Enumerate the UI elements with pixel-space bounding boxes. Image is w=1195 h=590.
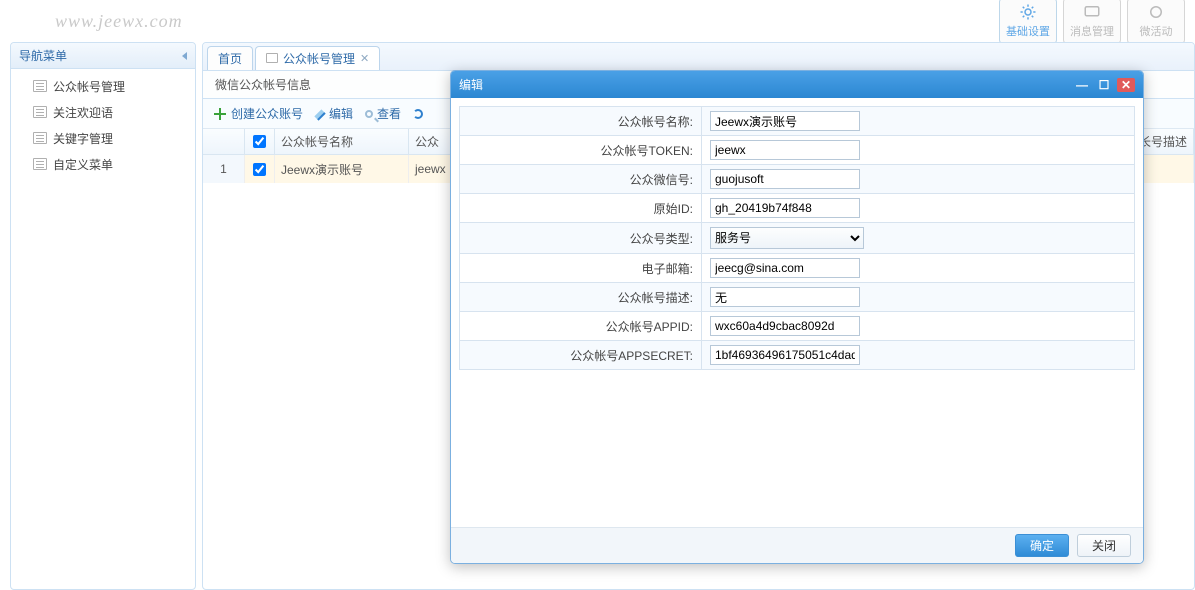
- sidebar-title: 导航菜单: [19, 47, 67, 64]
- tab-label: 公众帐号管理: [283, 50, 355, 67]
- plus-icon: [213, 107, 227, 121]
- sidebar-item-label: 公众帐号管理: [53, 78, 125, 95]
- label-description: 公众帐号描述:: [460, 283, 702, 312]
- sidebar: 导航菜单 公众帐号管理 关注欢迎语 关键字管理 自定义菜单: [10, 42, 196, 590]
- tab-home[interactable]: 首页: [207, 46, 253, 70]
- tab-accounts[interactable]: 公众帐号管理 ✕: [255, 46, 380, 70]
- label-account-name: 公众帐号名称:: [460, 107, 702, 136]
- close-button[interactable]: 关闭: [1077, 534, 1131, 557]
- top-nav-label: 消息管理: [1070, 23, 1114, 39]
- sidebar-item-keywords[interactable]: 关键字管理: [11, 125, 195, 151]
- input-description[interactable]: [710, 287, 860, 307]
- top-nav-activity[interactable]: 微活动: [1127, 0, 1185, 44]
- cell-check: [245, 155, 275, 183]
- header-check: [245, 129, 275, 154]
- top-nav-messages[interactable]: 消息管理: [1063, 0, 1121, 44]
- input-appid[interactable]: [710, 316, 860, 336]
- gear-icon: [1019, 3, 1037, 21]
- refresh-icon: [413, 109, 423, 119]
- sidebar-item-label: 关注欢迎语: [53, 104, 113, 121]
- close-icon[interactable]: ✕: [1117, 78, 1135, 92]
- message-icon: [1083, 3, 1101, 21]
- label-email: 电子邮箱:: [460, 254, 702, 283]
- view-button[interactable]: 查看: [365, 105, 401, 122]
- cell-index: 1: [203, 155, 245, 183]
- maximize-icon[interactable]: ☐: [1095, 78, 1113, 92]
- collapse-icon[interactable]: [182, 52, 187, 60]
- button-label: 创建公众账号: [231, 105, 303, 122]
- edit-form: 公众帐号名称: 公众帐号TOKEN: 公众微信号: 原始ID: 公众号类型: 服…: [459, 106, 1135, 370]
- edit-button[interactable]: 编辑: [315, 105, 353, 122]
- sidebar-item-label: 自定义菜单: [53, 156, 113, 173]
- input-account-name[interactable]: [710, 111, 860, 131]
- label-wx-id: 公众微信号:: [460, 165, 702, 194]
- page-icon: [33, 80, 47, 92]
- header-name[interactable]: 公众帐号名称: [275, 129, 409, 154]
- create-account-button[interactable]: 创建公众账号: [213, 105, 303, 122]
- page-icon: [33, 158, 47, 170]
- sidebar-item-custom-menu[interactable]: 自定义菜单: [11, 151, 195, 177]
- site-logo: www.jeewx.com: [55, 11, 183, 32]
- sidebar-header: 导航菜单: [11, 43, 195, 69]
- sidebar-item-label: 关键字管理: [53, 130, 113, 147]
- input-token[interactable]: [710, 140, 860, 160]
- label-account-type: 公众号类型:: [460, 223, 702, 254]
- dialog-title: 编辑: [459, 76, 483, 93]
- page-icon: [266, 53, 278, 63]
- input-wx-id[interactable]: [710, 169, 860, 189]
- tab-label: 首页: [218, 50, 242, 67]
- top-nav: 基础设置 消息管理 微活动: [999, 0, 1185, 44]
- select-account-type[interactable]: 服务号: [710, 227, 864, 249]
- page-icon: [33, 132, 47, 144]
- sidebar-item-accounts[interactable]: 公众帐号管理: [11, 73, 195, 99]
- pencil-icon: [314, 109, 325, 120]
- top-nav-label: 微活动: [1140, 23, 1173, 39]
- minimize-icon[interactable]: —: [1073, 78, 1091, 92]
- top-nav-label: 基础设置: [1006, 23, 1050, 39]
- search-icon: [365, 110, 373, 118]
- ok-button[interactable]: 确定: [1015, 534, 1069, 557]
- edit-dialog: 编辑 — ☐ ✕ 公众帐号名称: 公众帐号TOKEN: 公众微信号: 原始ID:: [450, 70, 1144, 564]
- activity-icon: [1147, 3, 1165, 21]
- label-token: 公众帐号TOKEN:: [460, 136, 702, 165]
- sidebar-item-welcome[interactable]: 关注欢迎语: [11, 99, 195, 125]
- label-original-id: 原始ID:: [460, 194, 702, 223]
- button-label: 编辑: [329, 105, 353, 122]
- header-index: [203, 129, 245, 154]
- refresh-button[interactable]: [413, 109, 423, 119]
- input-email[interactable]: [710, 258, 860, 278]
- input-appsecret[interactable]: [710, 345, 860, 365]
- top-nav-basic[interactable]: 基础设置: [999, 0, 1057, 44]
- label-appid: 公众帐号APPID:: [460, 312, 702, 341]
- tabs: 首页 公众帐号管理 ✕: [203, 43, 1194, 71]
- page-icon: [33, 106, 47, 118]
- cell-name: Jeewx演示账号: [275, 155, 409, 183]
- close-icon[interactable]: ✕: [360, 52, 369, 65]
- button-label: 查看: [377, 105, 401, 122]
- select-all-checkbox[interactable]: [253, 135, 266, 148]
- dialog-titlebar[interactable]: 编辑 — ☐ ✕: [451, 71, 1143, 98]
- label-appsecret: 公众帐号APPSECRET:: [460, 341, 702, 370]
- input-original-id[interactable]: [710, 198, 860, 218]
- row-checkbox[interactable]: [253, 163, 266, 176]
